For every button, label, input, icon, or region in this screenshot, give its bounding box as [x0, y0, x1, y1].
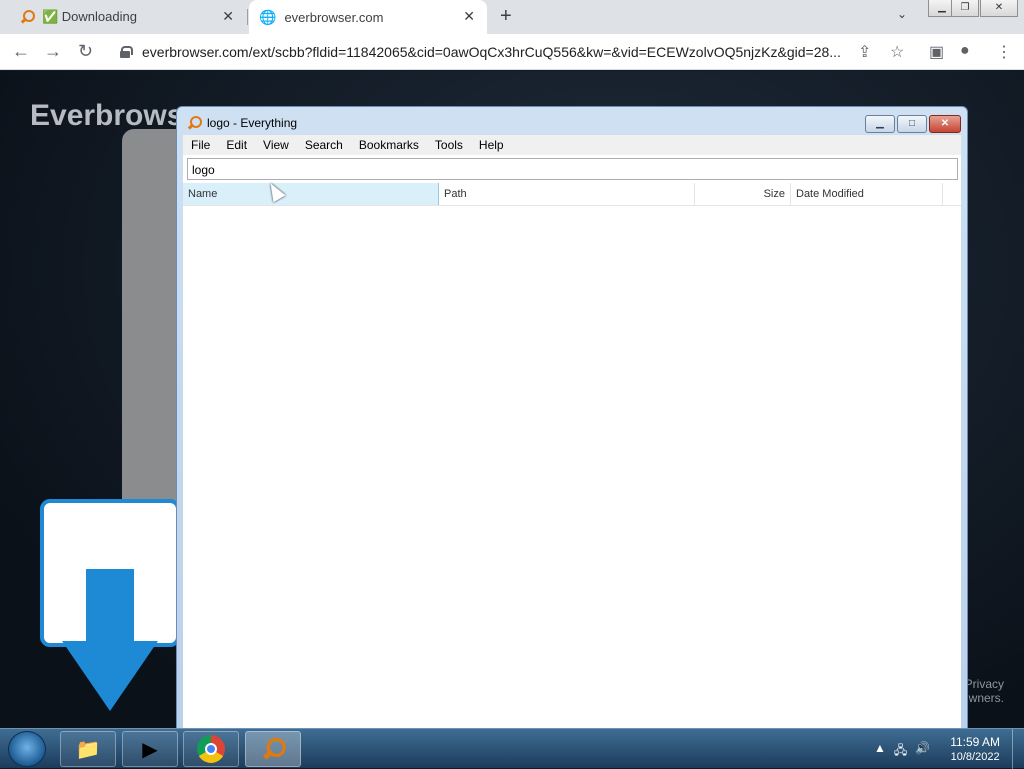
- menu-bookmarks[interactable]: Bookmarks: [351, 135, 427, 155]
- page-footer-text: Privacy wners.: [965, 677, 1004, 705]
- share-icon[interactable]: ⇪: [858, 42, 871, 62]
- lock-icon: [120, 46, 133, 58]
- restore-window-button[interactable]: ❐: [951, 0, 979, 17]
- explorer-taskbar-button[interactable]: 📁: [60, 731, 116, 767]
- start-button[interactable]: [8, 731, 46, 767]
- menu-search[interactable]: Search: [297, 135, 351, 155]
- volume-icon[interactable]: 🔊: [915, 741, 930, 762]
- forward-arrow-icon[interactable]: →: [44, 41, 62, 62]
- show-desktop-button[interactable]: [1012, 729, 1024, 769]
- media-player-taskbar-button[interactable]: ▶: [122, 731, 178, 767]
- column-path[interactable]: Path: [439, 183, 695, 205]
- network-icon[interactable]: 🖧: [894, 741, 907, 762]
- maximize-button[interactable]: □: [897, 115, 927, 133]
- window-title-bar[interactable]: logo - Everything: [187, 116, 297, 130]
- column-name[interactable]: Name: [183, 183, 439, 205]
- show-hidden-icons-chevron-icon[interactable]: ▲: [874, 741, 886, 762]
- minimize-button[interactable]: ▁: [865, 115, 895, 133]
- close-button[interactable]: ✕: [929, 115, 961, 133]
- page-panel: [122, 129, 182, 559]
- everything-window: logo - Everything ▁ □ ✕ File Edit View S…: [176, 106, 968, 739]
- chrome-icon: [197, 735, 225, 763]
- tray-icons: ▲ 🖧 🔊: [874, 741, 930, 762]
- tab-label: ✅ Downloading: [42, 9, 137, 24]
- menu-edit[interactable]: Edit: [218, 135, 255, 155]
- tab-label: everbrowser.com: [284, 9, 384, 25]
- results-list[interactable]: [183, 207, 961, 739]
- download-arrow-head-icon: [62, 641, 158, 711]
- folder-icon: 📁: [75, 738, 101, 761]
- close-window-button[interactable]: ✕: [980, 0, 1018, 17]
- everything-taskbar-icon: [262, 737, 286, 760]
- system-tray: ▲ 🖧 🔊 11:59 AM 10/8/2022: [864, 729, 1024, 769]
- clock[interactable]: 11:59 AM 10/8/2022: [950, 735, 1000, 765]
- clock-time: 11:59 AM: [950, 735, 1000, 749]
- tab-everbrowser[interactable]: 🌐 everbrowser.com ✕: [249, 0, 487, 34]
- reload-icon[interactable]: ↻: [78, 41, 93, 62]
- menu-view[interactable]: View: [255, 135, 297, 155]
- footer-owners-text: wners.: [968, 691, 1004, 705]
- search-input[interactable]: logo: [187, 158, 958, 180]
- close-tab-icon[interactable]: ✕: [463, 8, 475, 25]
- globe-icon: 🌐: [259, 8, 277, 25]
- everything-taskbar-button[interactable]: [245, 731, 301, 767]
- browser-toolbar: ← → ↻ everbrowser.com/ext/scbb?fldid=118…: [0, 34, 1024, 70]
- menu-file[interactable]: File: [183, 135, 218, 155]
- chrome-taskbar-button[interactable]: [183, 731, 239, 767]
- bookmark-star-icon[interactable]: ☆: [890, 42, 904, 62]
- tab-search-chevron-icon[interactable]: ⌄: [897, 7, 907, 21]
- results-column-header: Name Path Size Date Modified: [183, 183, 961, 206]
- address-bar[interactable]: everbrowser.com/ext/scbb?fldid=11842065&…: [110, 38, 850, 66]
- clock-date: 10/8/2022: [950, 751, 1000, 763]
- menu-help[interactable]: Help: [471, 135, 512, 155]
- window-title: logo - Everything: [207, 116, 298, 130]
- window-controls: ▁ □ ✕: [865, 115, 961, 133]
- column-date-modified[interactable]: Date Modified: [791, 183, 943, 205]
- back-arrow-icon[interactable]: ←: [12, 41, 30, 62]
- close-tab-icon[interactable]: ✕: [222, 8, 234, 25]
- side-panel-icon[interactable]: ▣: [929, 42, 944, 62]
- everything-magnifier-icon: [20, 10, 35, 24]
- more-menu-icon[interactable]: ⋮: [996, 42, 1012, 62]
- address-url: everbrowser.com/ext/scbb?fldid=11842065&…: [142, 44, 841, 60]
- everything-app-icon: [187, 116, 202, 130]
- media-player-icon: ▶: [142, 738, 158, 761]
- menu-tools[interactable]: Tools: [427, 135, 471, 155]
- tab-downloading[interactable]: ✅ Downloading ✕: [0, 0, 246, 34]
- new-tab-button[interactable]: +: [500, 5, 512, 28]
- browser-tab-strip: ✅ Downloading ✕ 🌐 everbrowser.com ✕ + ⌄ …: [0, 0, 1024, 34]
- download-arrow-icon: [86, 569, 134, 649]
- window-client-area: File Edit View Search Bookmarks Tools He…: [183, 135, 961, 739]
- footer-privacy-link[interactable]: Privacy: [965, 677, 1004, 691]
- brand-heading: Everbrows: [30, 99, 184, 132]
- taskbar: 📁 ▶ ▲ 🖧 🔊 11:59 AM 10/8/2022: [0, 728, 1024, 769]
- menu-bar: File Edit View Search Bookmarks Tools He…: [183, 135, 961, 155]
- profile-avatar-icon[interactable]: ●: [960, 42, 970, 60]
- tab-separator: [247, 9, 248, 25]
- column-size[interactable]: Size: [695, 183, 791, 205]
